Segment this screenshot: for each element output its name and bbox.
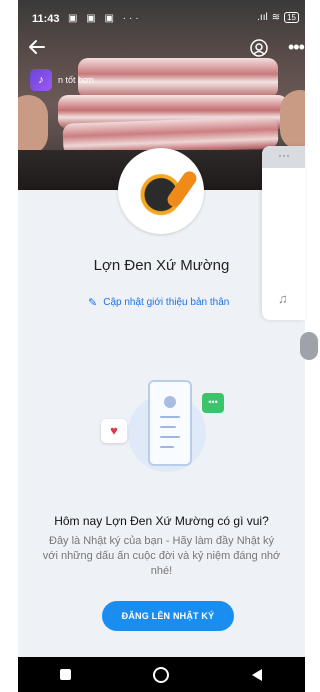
update-bio-label: Cập nhật giới thiệu bản thân [103, 297, 230, 308]
phone-line [160, 436, 180, 438]
home-icon [153, 666, 170, 683]
chat-icon: ••• [202, 393, 224, 413]
music-note-icon: ♪ [30, 69, 52, 91]
floating-bubble[interactable] [300, 332, 318, 360]
update-bio-link[interactable]: ✎ Cập nhật giới thiệu bản thân [88, 296, 229, 309]
status-bar: 11:43 ▣ ▣ ▣ ··· .ııl ≋ 15 [18, 0, 305, 30]
profile-screen: 11:43 ▣ ▣ ▣ ··· .ııl ≋ 15 ••• ♪ n tốt hơ… [18, 0, 305, 692]
music-text: n tốt hơn [58, 75, 94, 85]
privacy-eye-icon[interactable] [249, 38, 271, 60]
avatar-logo-icon [125, 155, 200, 227]
profile-music-chip[interactable]: ♪ n tốt hơn [30, 69, 150, 91]
phone-illustration-icon [148, 380, 192, 466]
post-diary-button[interactable]: ĐĂNG LÊN NHẬT KÝ [102, 601, 234, 631]
empty-state-description: Đây là Nhật ký của bạn - Hãy làm đầy Nhậ… [42, 535, 281, 577]
floating-side-panel[interactable]: ··· ♫ [262, 146, 305, 320]
wifi-icon: ≋ [271, 12, 281, 23]
battery-icon: 15 [284, 12, 299, 23]
more-options-icon[interactable]: ••• [288, 38, 305, 56]
phone-line [160, 446, 174, 448]
phone-avatar-icon [164, 396, 176, 408]
status-right: .ııl ≋ 15 [257, 12, 299, 23]
arrow-left-icon [29, 40, 45, 54]
phone-line [160, 426, 176, 428]
heart-icon: ♥ [101, 419, 127, 443]
back-button[interactable] [242, 668, 272, 681]
flame-icon [164, 168, 200, 210]
android-nav-bar [18, 657, 305, 692]
cover-image-hand [18, 95, 48, 155]
music-note-icon[interactable]: ♫ [278, 291, 288, 306]
empty-diary-illustration: ♥ ••• [88, 380, 238, 490]
signal-icon: .ııl [257, 12, 268, 23]
back-arrow-icon[interactable] [28, 38, 50, 60]
side-panel-dots: ··· [262, 146, 305, 168]
pencil-icon: ✎ [88, 297, 98, 309]
notification-icons: ▣ ▣ ▣ ··· [68, 13, 142, 24]
status-time: 11:43 [32, 13, 60, 25]
home-button[interactable] [146, 666, 176, 683]
recents-button[interactable] [51, 669, 81, 680]
phone-line [160, 416, 180, 418]
back-triangle-icon [252, 668, 263, 681]
recents-icon [60, 669, 72, 680]
empty-state-headline: Hôm nay Lợn Đen Xứ Mường có gì vui? [54, 514, 269, 528]
cover-image-hand [280, 90, 305, 150]
avatar[interactable] [118, 148, 204, 234]
eye-icon [250, 39, 268, 57]
